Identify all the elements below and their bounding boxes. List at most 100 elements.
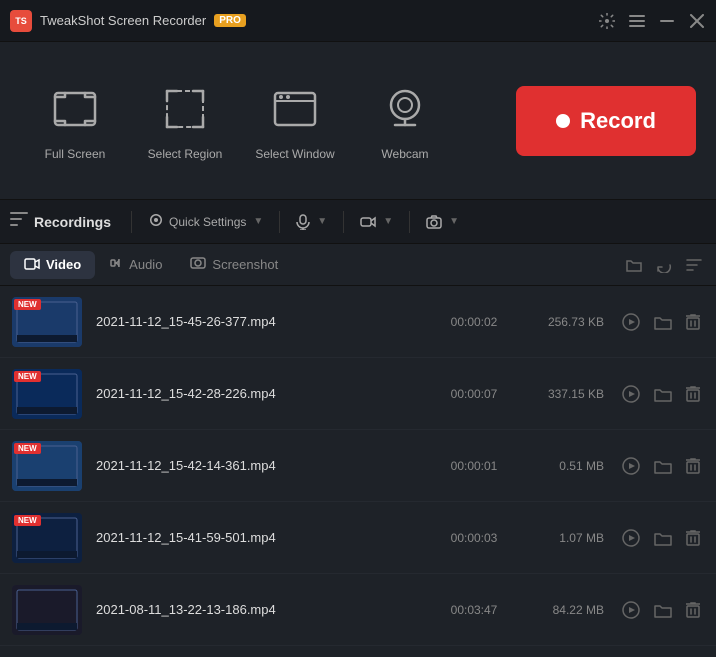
record-button[interactable]: Record <box>516 86 696 156</box>
file-list: NEW 2021-11-12_15-45-26-377.mp400:00:0225… <box>0 286 716 657</box>
file-row[interactable]: NEW 2021-11-12_15-42-14-361.mp400:00:010.… <box>0 430 716 502</box>
open-folder-button[interactable] <box>650 310 676 334</box>
play-button[interactable] <box>618 453 644 479</box>
close-button[interactable] <box>688 12 706 30</box>
record-dot <box>556 114 570 128</box>
file-row[interactable]: NEW 2021-11-12_15-45-26-377.mp400:00:0225… <box>0 286 716 358</box>
file-name: 2021-08-11_13-22-13-186.mp4 <box>96 602 434 617</box>
file-actions <box>618 381 704 407</box>
file-row[interactable]: NEW 2021-11-12_15-42-28-226.mp400:00:0733… <box>0 358 716 430</box>
file-actions <box>618 453 704 479</box>
refresh-icon[interactable] <box>652 253 676 277</box>
file-size: 256.73 KB <box>514 315 604 329</box>
file-size: 1.07 MB <box>514 531 604 545</box>
webcam-chevron: ▼ <box>383 216 393 227</box>
tab-screenshot[interactable]: Screenshot <box>176 250 292 279</box>
tab-screenshot-label: Screenshot <box>212 257 278 272</box>
file-row[interactable]: 2021-08-11_13-14-51-192.mp400:00:156.01 … <box>0 646 716 657</box>
delete-button[interactable] <box>682 382 704 406</box>
tool-select-region[interactable]: Select Region <box>130 67 240 175</box>
file-duration: 00:00:07 <box>434 387 514 401</box>
open-folder-button[interactable] <box>650 382 676 406</box>
file-row[interactable]: NEW 2021-11-12_15-41-59-501.mp400:00:031.… <box>0 502 716 574</box>
file-duration: 00:03:47 <box>434 603 514 617</box>
file-size: 84.22 MB <box>514 603 604 617</box>
delete-button[interactable] <box>682 310 704 334</box>
recordings-label: Recordings <box>34 214 111 230</box>
recordings-bar: Recordings Quick Settings ▼ ▼ ▼ ▼ <box>0 200 716 244</box>
select-region-label: Select Region <box>148 147 223 161</box>
tab-audio-label: Audio <box>129 257 162 272</box>
file-duration: 00:00:02 <box>434 315 514 329</box>
quick-settings-chevron: ▼ <box>253 216 263 227</box>
thumb-preview <box>12 585 82 635</box>
settings-icon[interactable] <box>598 12 616 30</box>
camera-chevron: ▼ <box>449 216 459 227</box>
mic-button[interactable]: ▼ <box>288 210 335 234</box>
separator-1 <box>131 211 132 233</box>
file-thumbnail: NEW <box>12 369 82 419</box>
mic-chevron: ▼ <box>317 216 327 227</box>
tab-audio[interactable]: Audio <box>95 250 176 279</box>
new-badge: NEW <box>14 299 41 310</box>
tabs-bar: Video Audio Screenshot <box>0 244 716 286</box>
sort-icon[interactable] <box>682 254 706 276</box>
file-size: 337.15 KB <box>514 387 604 401</box>
separator-2 <box>279 211 280 233</box>
full-screen-label: Full Screen <box>45 147 106 161</box>
open-folder-button[interactable] <box>650 526 676 550</box>
quick-settings-button[interactable]: Quick Settings ▼ <box>140 208 271 235</box>
tool-select-window[interactable]: Select Window <box>240 67 350 175</box>
tool-full-screen[interactable]: Full Screen <box>20 67 130 175</box>
delete-button[interactable] <box>682 526 704 550</box>
webcam-button[interactable]: ▼ <box>352 212 401 232</box>
file-actions <box>618 597 704 623</box>
file-thumbnail: NEW <box>12 297 82 347</box>
play-button[interactable] <box>618 597 644 623</box>
quick-settings-label: Quick Settings <box>169 215 246 229</box>
file-name: 2021-11-12_15-42-28-226.mp4 <box>96 386 434 401</box>
file-name: 2021-11-12_15-45-26-377.mp4 <box>96 314 434 329</box>
file-row[interactable]: 2021-08-11_13-22-13-186.mp400:03:4784.22… <box>0 574 716 646</box>
new-badge: NEW <box>14 515 41 526</box>
content-wrapper: NEW 2021-11-12_15-45-26-377.mp400:00:0225… <box>0 286 716 657</box>
file-size: 0.51 MB <box>514 459 604 473</box>
select-region-icon <box>157 81 213 137</box>
screenshot-tab-icon <box>190 256 206 273</box>
tool-webcam[interactable]: Webcam <box>350 67 460 175</box>
file-duration: 00:00:01 <box>434 459 514 473</box>
camera-button[interactable]: ▼ <box>418 211 467 233</box>
play-button[interactable] <box>618 381 644 407</box>
audio-tab-icon <box>109 256 123 273</box>
select-window-icon <box>267 81 323 137</box>
webcam-icon <box>377 81 433 137</box>
play-button[interactable] <box>618 309 644 335</box>
tabs-right <box>622 253 706 277</box>
play-button[interactable] <box>618 525 644 551</box>
quick-settings-icon <box>148 212 164 231</box>
file-thumbnail <box>12 585 82 635</box>
open-folder-icon[interactable] <box>622 254 646 276</box>
toolbar: Full Screen Select Region <box>0 42 716 200</box>
menu-icon[interactable] <box>628 12 646 30</box>
new-badge: NEW <box>14 443 41 454</box>
separator-3 <box>343 211 344 233</box>
select-window-label: Select Window <box>255 147 334 161</box>
tab-video[interactable]: Video <box>10 251 95 279</box>
open-folder-button[interactable] <box>650 598 676 622</box>
delete-button[interactable] <box>682 598 704 622</box>
open-folder-button[interactable] <box>650 454 676 478</box>
file-duration: 00:00:03 <box>434 531 514 545</box>
minimize-button[interactable] <box>658 12 676 30</box>
app-logo: TS <box>10 10 32 32</box>
file-thumbnail: NEW <box>12 513 82 563</box>
app-title: TweakShot Screen Recorder <box>40 13 206 28</box>
pro-badge: PRO <box>214 14 246 27</box>
new-badge: NEW <box>14 371 41 382</box>
file-name: 2021-11-12_15-42-14-361.mp4 <box>96 458 434 473</box>
record-label: Record <box>580 108 656 134</box>
full-screen-icon <box>47 81 103 137</box>
file-name: 2021-11-12_15-41-59-501.mp4 <box>96 530 434 545</box>
delete-button[interactable] <box>682 454 704 478</box>
titlebar-controls <box>598 12 706 30</box>
